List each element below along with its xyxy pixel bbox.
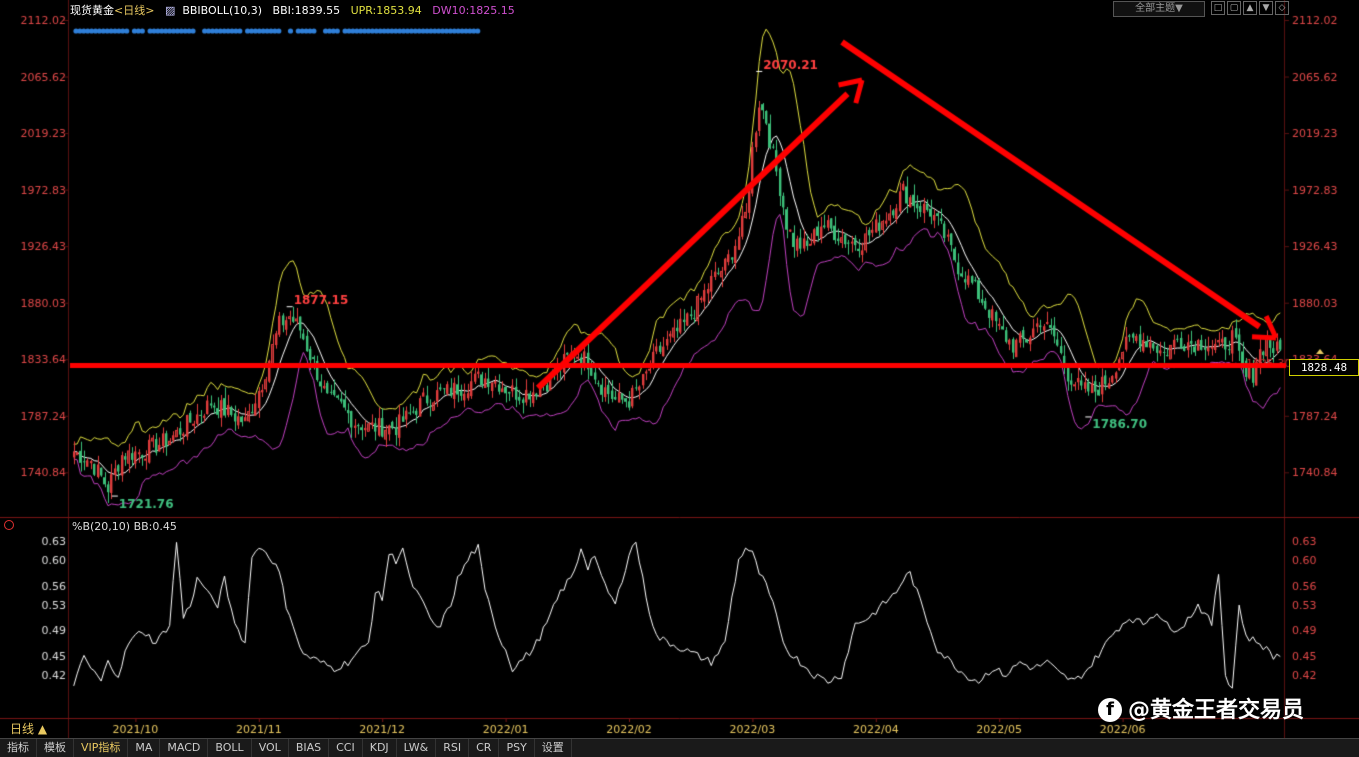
minimize-icon[interactable]: □: [1211, 1, 1225, 15]
current-price-box: 1828.48: [1289, 359, 1359, 376]
dw-value: DW10:1825.15: [432, 4, 515, 17]
window-icon[interactable]: ▢: [1227, 1, 1241, 15]
sub-indicator-label: %B(20,10) BB:0.45: [72, 520, 177, 533]
tab-4[interactable]: MACD: [160, 739, 209, 757]
tab-13[interactable]: PSY: [499, 739, 535, 757]
bbi-value: BBI:1839.55: [272, 4, 341, 17]
tab-7[interactable]: BIAS: [289, 739, 330, 757]
period-tag: <日线>: [114, 4, 155, 17]
tab-14[interactable]: 设置: [535, 739, 572, 757]
tab-6[interactable]: VOL: [252, 739, 289, 757]
indicator-settings-icon[interactable]: [4, 520, 14, 530]
indicator-icon: ▨: [164, 4, 176, 17]
chart-header: 现货黄金<日线> ▨ BBIBOLL(10,3) BBI:1839.55 UPR:…: [70, 2, 522, 18]
theme-dropdown[interactable]: 全部主题▼: [1113, 1, 1205, 17]
arrow-up-icon[interactable]: ▲: [1243, 1, 1257, 15]
tab-9[interactable]: KDJ: [363, 739, 397, 757]
instrument-name: 现货黄金: [70, 4, 114, 17]
upr-value: UPR:1853.94: [350, 4, 422, 17]
period-button[interactable]: 日线 ▲: [0, 721, 68, 737]
price-chart-canvas[interactable]: [0, 0, 1359, 756]
tab-12[interactable]: CR: [469, 739, 500, 757]
tab-10[interactable]: LW&: [397, 739, 437, 757]
watermark: f @黄金王者交易员: [1098, 692, 1304, 724]
zoom-icon[interactable]: ◇: [1275, 1, 1289, 15]
tab-1[interactable]: 模板: [37, 739, 74, 757]
tab-0[interactable]: 指标: [0, 739, 37, 757]
tab-11[interactable]: RSI: [436, 739, 470, 757]
indicator-tab-bar: 指标 模板 VIP指标 MA MACD BOLL VOL BIAS CCI KDJ LW& RSI CR…: [0, 738, 1359, 757]
watermark-text: @黄金王者交易员: [1128, 698, 1305, 723]
facebook-icon: f: [1098, 698, 1122, 722]
tab-3[interactable]: MA: [128, 739, 161, 757]
tab-5[interactable]: BOLL: [208, 739, 252, 757]
indicator-name: BBIBOLL(10,3): [182, 4, 263, 17]
arrow-down-icon[interactable]: ▼: [1259, 1, 1273, 15]
tab-2[interactable]: VIP指标: [74, 739, 129, 757]
tab-8[interactable]: CCI: [329, 739, 363, 757]
